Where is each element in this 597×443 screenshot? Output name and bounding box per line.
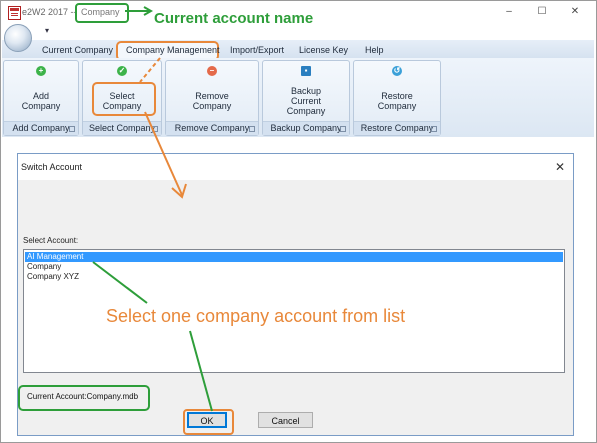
maximize-button[interactable]: ☐ [533,5,551,19]
group-footer-backup-company: Backup Company [263,121,349,135]
dialog-launcher-icon[interactable] [69,126,75,132]
menu-help[interactable]: Help [365,45,384,55]
menu-company-management[interactable]: Company Management [126,45,220,55]
annotation-select-company: Select one company account from list [106,306,406,326]
ok-button-highlight [183,409,234,435]
restore-icon: ↺ [392,66,402,76]
select-account-label: Select Account: [23,236,79,245]
quick-access-dropdown-icon[interactable]: ▾ [45,26,49,35]
backup-company-button[interactable]: ▪ Backup Current Company [263,61,349,123]
backup-company-label: Backup Current Company [286,86,326,116]
dialog-launcher-icon[interactable] [431,126,437,132]
group-footer-select-company: Select Company [83,121,161,135]
minus-icon: – [207,66,217,76]
select-company-highlight [92,82,156,116]
menu-license-key[interactable]: License Key [299,45,348,55]
menu-import-export[interactable]: Import/Export [230,45,284,55]
account-list-item[interactable]: Company [25,262,563,272]
cancel-button[interactable]: Cancel [258,412,313,428]
floppy-icon: ▪ [301,66,311,76]
application-menu-button[interactable] [4,24,32,52]
current-account-status: Current Account:Company.mdb [27,392,139,401]
remove-company-button[interactable]: – Remove Company [166,61,258,123]
add-company-button[interactable]: + Add Company [4,61,78,123]
ribbon-group-restore-company: ↺ Restore Company Restore Company [353,60,441,136]
ribbon-group-add-company: + Add Company Add Company [3,60,79,136]
app-icon [8,6,21,20]
group-footer-add-company: Add Company [4,121,78,135]
dialog-title-bar: Switch Account ✕ [18,154,573,180]
remove-company-label: Remove Company [192,91,232,111]
group-footer-remove-company: Remove Company [166,121,258,135]
group-footer-restore-company: Restore Company [354,121,440,135]
window-company-name: Company [81,7,120,17]
account-list-item[interactable]: Company XYZ [25,272,563,282]
account-list-item[interactable]: AI Management [25,252,563,262]
menu-current-company[interactable]: Current Company [42,45,113,55]
dialog-title: Switch Account [21,162,83,172]
plus-icon: + [36,66,46,76]
ribbon-group-remove-company: – Remove Company Remove Company [165,60,259,136]
dialog-close-icon[interactable]: ✕ [555,160,565,174]
minimize-button[interactable]: – [500,5,518,19]
add-company-label: Add Company [21,91,61,111]
close-window-button[interactable]: ✕ [566,5,584,19]
dialog-launcher-icon[interactable] [340,126,346,132]
dialog-launcher-icon[interactable] [249,126,255,132]
ribbon-group-backup-company: ▪ Backup Current Company Backup Company [262,60,350,136]
restore-company-button[interactable]: ↺ Restore Company [354,61,440,123]
app-title: e2W2 2017 -- [22,7,77,17]
check-icon: ✓ [117,66,127,76]
dialog-launcher-icon[interactable] [152,126,158,132]
restore-company-label: Restore Company [377,91,417,111]
annotation-current-account: Current account name [154,10,314,27]
